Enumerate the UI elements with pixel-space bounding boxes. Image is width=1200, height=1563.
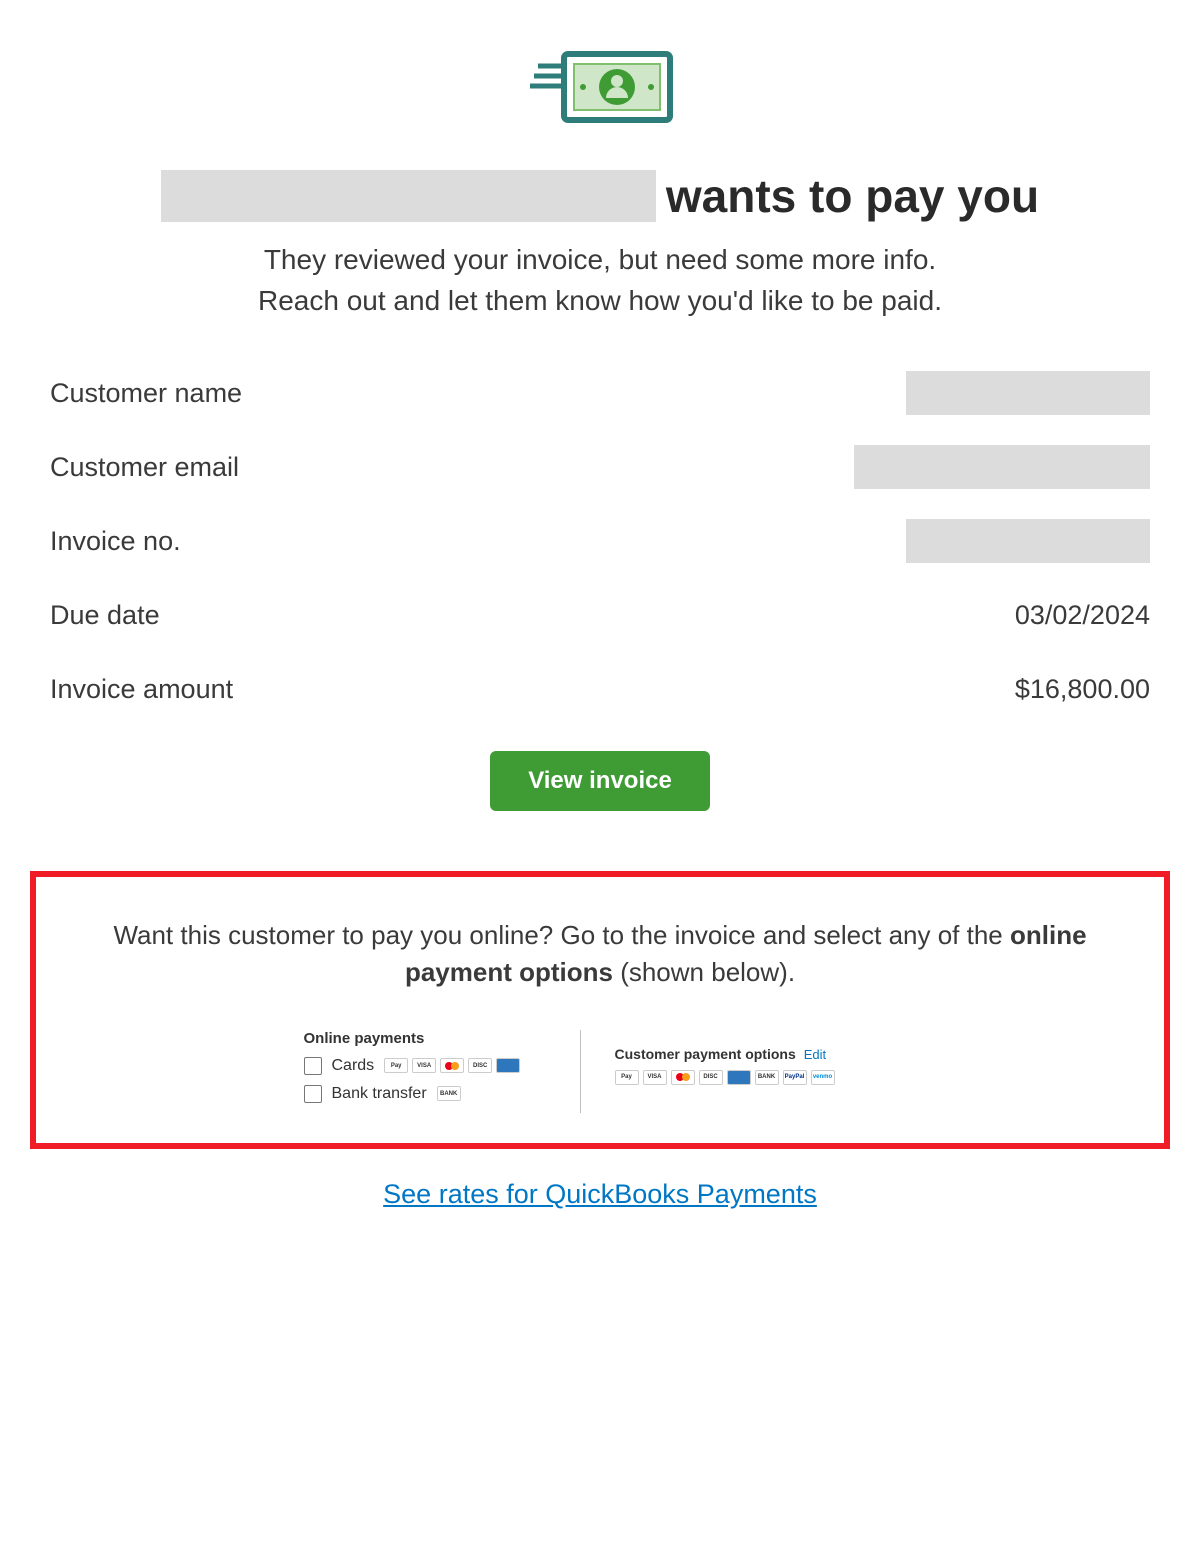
label-invoice-amount: Invoice amount xyxy=(50,674,233,705)
edit-link[interactable]: Edit xyxy=(804,1047,826,1062)
redacted-invoice-no-value xyxy=(906,519,1150,563)
callout-suffix: (shown below). xyxy=(613,957,795,987)
invoice-details: Customer name Customer email Invoice no.… xyxy=(30,371,1170,711)
callout-text: Want this customer to pay you online? Go… xyxy=(66,917,1134,990)
bank-icon: BANK xyxy=(755,1070,779,1085)
row-invoice-amount: Invoice amount $16,800.00 xyxy=(50,667,1150,711)
amex-icon xyxy=(727,1070,751,1085)
visa-icon: VISA xyxy=(643,1070,667,1085)
value-invoice-amount: $16,800.00 xyxy=(1015,674,1150,705)
footer: See rates for QuickBooks Payments xyxy=(30,1179,1170,1210)
headline: wants to pay you xyxy=(30,170,1170,222)
cards-checkbox[interactable] xyxy=(304,1057,322,1075)
customer-payment-badges: Pay VISA DISC BANK PayPal venmo xyxy=(615,1070,897,1085)
paypal-icon: PayPal xyxy=(783,1070,807,1085)
discover-icon: DISC xyxy=(699,1070,723,1085)
callout-prefix: Want this customer to pay you online? Go… xyxy=(113,920,1010,950)
customer-payment-heading: Customer payment options xyxy=(615,1046,796,1062)
customer-payment-heading-row: Customer payment options Edit xyxy=(615,1046,897,1062)
applepay-icon: Pay xyxy=(615,1070,639,1085)
options-divider xyxy=(580,1030,581,1113)
bank-icon: BANK xyxy=(437,1086,461,1101)
view-invoice-button[interactable]: View invoice xyxy=(490,751,710,811)
online-payment-callout: Want this customer to pay you online? Go… xyxy=(30,871,1170,1149)
options-row: Online payments Cards Pay VISA DISC Bank… xyxy=(66,1030,1134,1113)
headline-suffix: wants to pay you xyxy=(666,170,1039,222)
subhead-line1: They reviewed your invoice, but need som… xyxy=(30,240,1170,281)
mastercard-icon xyxy=(440,1058,464,1073)
customer-payment-options-panel: Customer payment options Edit Pay VISA D… xyxy=(597,1030,897,1085)
amex-icon xyxy=(496,1058,520,1073)
visa-icon: VISA xyxy=(412,1058,436,1073)
applepay-icon: Pay xyxy=(384,1058,408,1073)
mastercard-icon xyxy=(671,1070,695,1085)
online-payments-panel: Online payments Cards Pay VISA DISC Bank… xyxy=(304,1030,564,1113)
logo-wrap xyxy=(30,40,1170,130)
redacted-customer-email-value xyxy=(854,445,1150,489)
cards-label: Cards xyxy=(332,1057,375,1075)
payment-logo-icon xyxy=(520,40,680,130)
subhead-line2: Reach out and let them know how you'd li… xyxy=(30,281,1170,322)
row-invoice-no: Invoice no. xyxy=(50,519,1150,563)
row-due-date: Due date 03/02/2024 xyxy=(50,593,1150,637)
label-invoice-no: Invoice no. xyxy=(50,526,181,557)
card-badges: Pay VISA DISC xyxy=(384,1058,520,1073)
bank-transfer-option: Bank transfer BANK xyxy=(304,1085,546,1103)
venmo-icon: venmo xyxy=(811,1070,835,1085)
row-customer-email: Customer email xyxy=(50,445,1150,489)
redacted-customer-name-value xyxy=(906,371,1150,415)
label-customer-name: Customer name xyxy=(50,378,242,409)
bank-badges: BANK xyxy=(437,1086,461,1101)
bank-transfer-checkbox[interactable] xyxy=(304,1085,322,1103)
value-due-date: 03/02/2024 xyxy=(1015,600,1150,631)
redacted-customer-name xyxy=(161,170,656,222)
cta-wrap: View invoice xyxy=(30,751,1170,811)
label-due-date: Due date xyxy=(50,600,160,631)
row-customer-name: Customer name xyxy=(50,371,1150,415)
bank-transfer-label: Bank transfer xyxy=(332,1085,427,1103)
online-payments-heading: Online payments xyxy=(304,1030,546,1047)
rates-link[interactable]: See rates for QuickBooks Payments xyxy=(383,1179,817,1209)
cards-option: Cards Pay VISA DISC xyxy=(304,1057,546,1075)
label-customer-email: Customer email xyxy=(50,452,239,483)
subhead: They reviewed your invoice, but need som… xyxy=(30,240,1170,321)
discover-icon: DISC xyxy=(468,1058,492,1073)
